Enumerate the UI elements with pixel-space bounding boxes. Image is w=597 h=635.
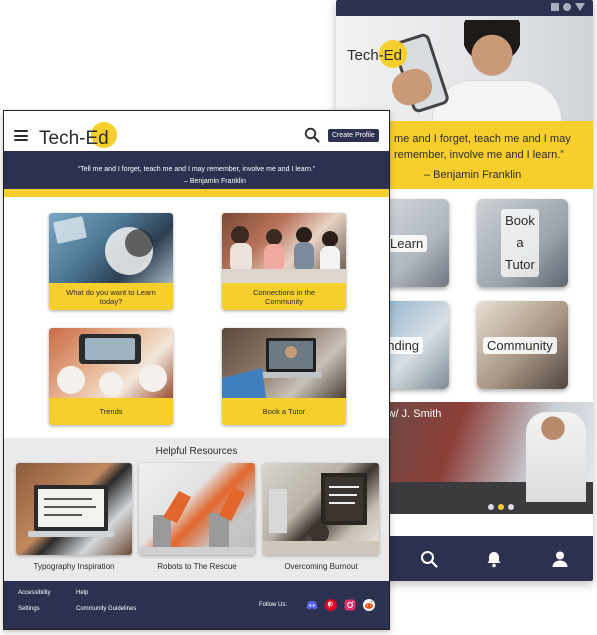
menu-icon[interactable] [14,130,28,141]
square-icon [551,3,559,11]
mobile-card-tutor-label: Book a Tutor [501,209,539,277]
resource-robots-image [139,463,255,555]
tile-trends[interactable]: Trends [49,328,173,425]
mobile-bottom-nav [376,536,593,581]
resource-typography-image [16,463,132,555]
helpful-resources-section: Helpful Resources Typography Inspiration [4,438,389,581]
mobile-featured-video[interactable]: le w/ J. Smith [376,402,593,514]
footer-link-community-guidelines[interactable]: Community Guidelines [76,606,136,612]
tile-community-image [222,213,346,283]
resource-burnout-label: Overcoming Burnout [284,562,358,571]
desktop-mockup: Tech-Ed Create Profile “Tell me and I fo… [3,110,390,630]
mobile-quote-author: – Benjamin Franklin [424,169,522,181]
create-profile-button[interactable]: Create Profile [328,129,379,142]
mobile-card-learn-label: Learn [386,235,428,252]
mobile-logo: Tech-Ed [346,38,412,77]
carousel-dot[interactable] [508,504,514,510]
user-icon[interactable] [549,548,571,570]
resource-card-burnout[interactable]: Overcoming Burnout [263,463,379,576]
mobile-quote-text: me and I forget, teach me and I may reme… [394,133,571,161]
status-bar [336,0,593,16]
desktop-quote-author: – Benjamin Franklin [184,178,246,185]
carousel-dot-active[interactable] [498,504,504,510]
desktop-quote-text: “Tell me and I forget, teach me and I ma… [77,166,316,173]
resources-title: Helpful Resources [155,446,238,457]
carousel-dot[interactable] [488,504,494,510]
tile-book-tutor-image [222,328,346,398]
discord-icon[interactable] [306,599,318,611]
footer-link-settings[interactable]: Settings [18,606,40,612]
carousel-dots [488,504,514,510]
reddit-icon[interactable] [363,599,375,611]
hero-person [432,80,562,121]
desktop-quote-banner: “Tell me and I forget, teach me and I ma… [4,151,389,197]
hero-person-head [464,20,520,84]
tile-book-tutor[interactable]: Book a Tutor [222,328,346,425]
footer-link-help[interactable]: Help [76,590,88,596]
tile-community[interactable]: Connections in the Community [222,213,346,310]
tile-learn-image [49,213,173,283]
triangle-icon [575,3,585,11]
tile-book-tutor-label: Book a Tutor [222,398,346,425]
mobile-hero-image: Tech-Ed [336,16,593,121]
mobile-logo-text: Tech-Ed [347,47,402,64]
resource-robots-label: Robots to The Rescue [157,562,237,571]
desktop-logo-text: Tech-Ed [39,128,109,149]
circle-icon [563,3,571,11]
mobile-card-tutor[interactable]: Book a Tutor [477,199,568,287]
search-icon[interactable] [304,127,320,143]
tile-learn-label: What do you want to Learn today? [49,283,173,310]
resource-burnout-image [263,463,379,555]
tile-learn[interactable]: What do you want to Learn today? [49,213,173,310]
tile-trends-image [49,328,173,398]
resource-card-robots[interactable]: Robots to The Rescue [139,463,255,576]
quote-accent-bar [4,189,389,197]
pinterest-icon[interactable] [325,599,337,611]
mobile-card-community[interactable]: Community [477,301,568,389]
search-icon[interactable] [418,548,440,570]
instagram-icon[interactable] [344,599,356,611]
resource-typography-label: Typography Inspiration [33,562,115,571]
tile-community-label: Connections in the Community [222,283,346,310]
feature-person [526,412,586,502]
footer-link-accessibility[interactable]: Accessibility [18,590,51,596]
desktop-footer: Accessibility Help Settings Community Gu… [4,581,389,629]
follow-us-label: Follow Us: [259,602,288,608]
tile-trends-label: Trends [49,398,173,425]
desktop-header: Tech-Ed Create Profile [4,111,389,151]
resource-card-typography[interactable]: Typography Inspiration [16,463,132,576]
bell-icon[interactable] [483,548,505,570]
mobile-card-community-label: Community [483,337,557,354]
